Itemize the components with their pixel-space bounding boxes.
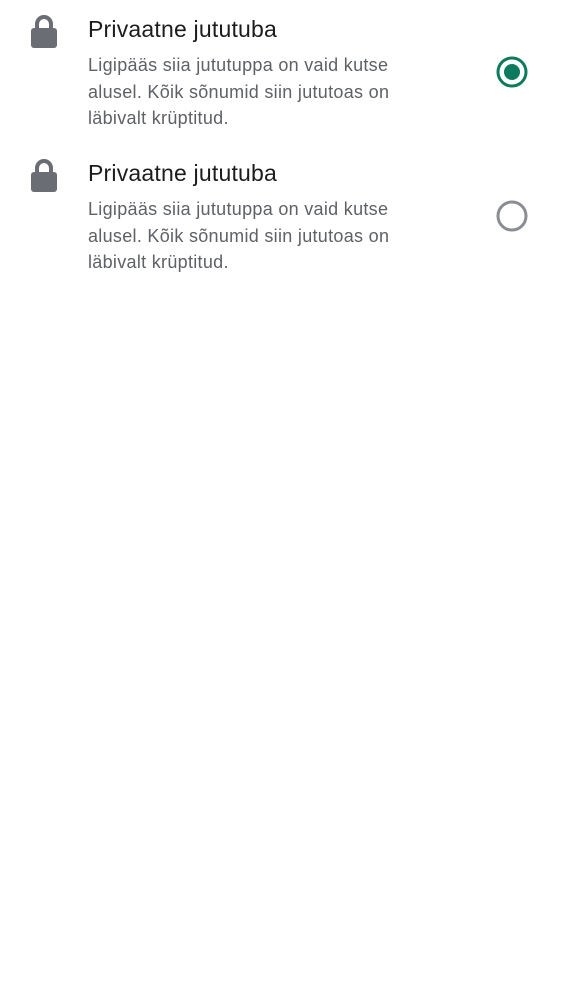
room-type-list: Privaatne jututuba Ligipääs siia jututup… [0,0,562,288]
option-title: Privaatne jututuba [88,16,278,42]
radio-button-unselected[interactable] [495,199,529,233]
lock-icon [30,14,58,48]
room-option-private-1[interactable]: Privaatne jututuba Ligipääs siia jututup… [0,0,562,144]
option-text: Privaatne jututuba Ligipääs siia jututup… [88,158,438,276]
option-description: Ligipääs siia jututuppa on vaid kutse al… [88,199,390,272]
room-option-private-2[interactable]: Privaatne jututuba Ligipääs siia jututup… [0,144,562,288]
option-description: Ligipääs siia jututuppa on vaid kutse al… [88,55,390,128]
option-title: Privaatne jututuba [88,160,278,186]
option-text: Privaatne jututuba Ligipääs siia jututup… [88,14,438,132]
radio-button-selected[interactable] [495,55,529,89]
lock-icon [30,158,58,192]
